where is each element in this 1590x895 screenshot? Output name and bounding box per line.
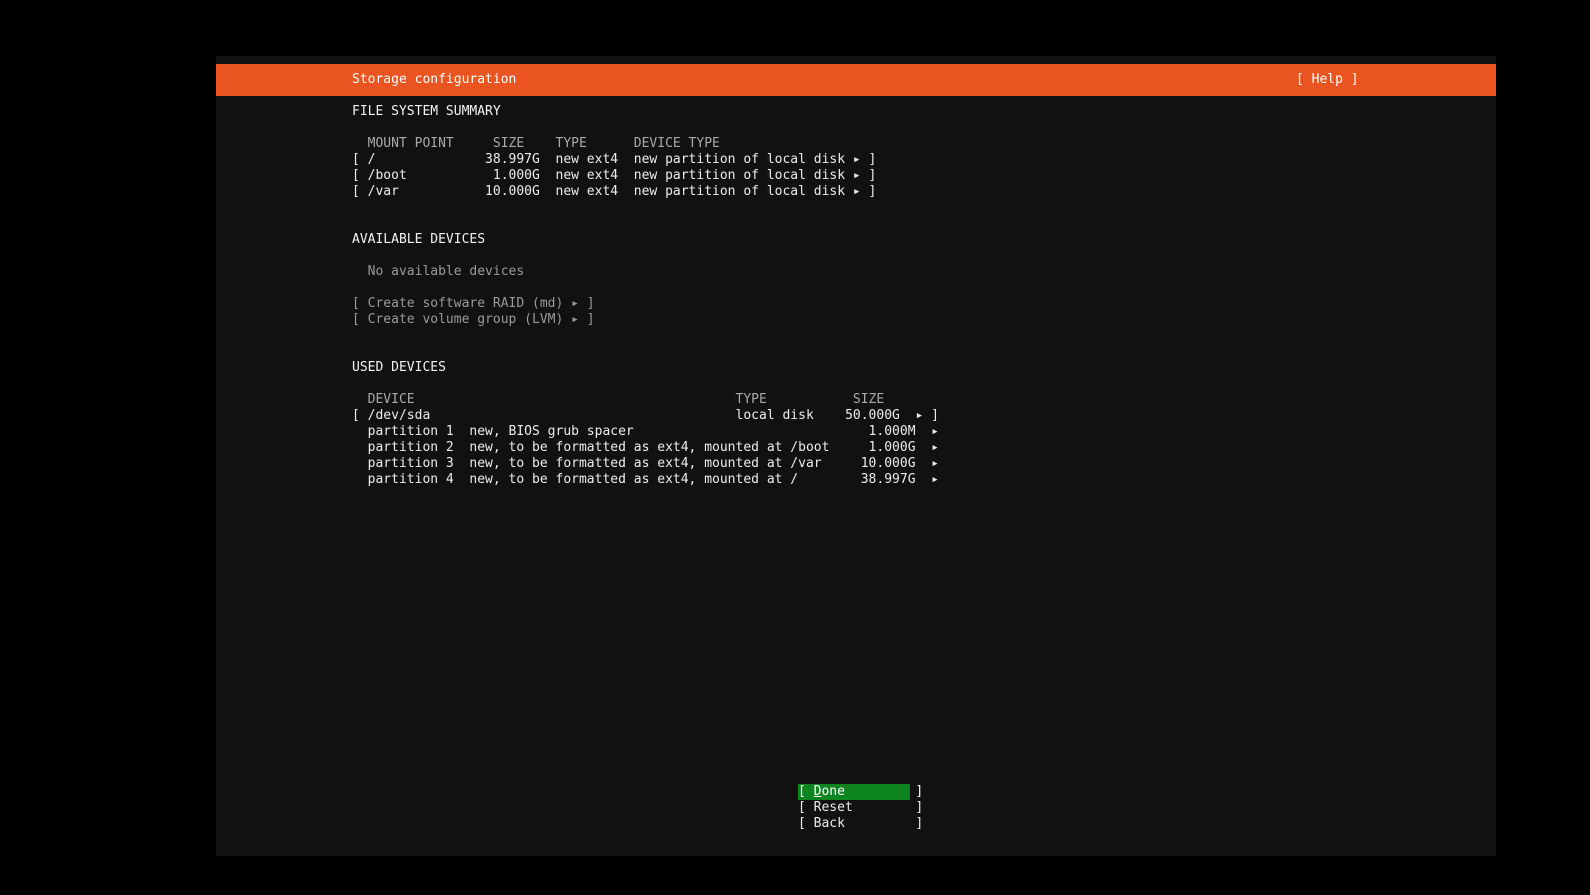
available-devices-heading: AVAILABLE DEVICES	[352, 232, 486, 247]
done-button-label: one ]	[821, 784, 924, 799]
back-button[interactable]: [ Back ]	[798, 816, 923, 832]
create-raid-action[interactable]: [ Create software RAID (md) ▸ ]	[352, 296, 595, 312]
fs-row-root[interactable]: [ / 38.997G new ext4 new partition of lo…	[352, 152, 876, 168]
partition-row-3[interactable]: partition 3 new, to be formatted as ext4…	[352, 456, 939, 472]
help-button[interactable]: [ Help ]	[1296, 72, 1359, 87]
create-lvm-action[interactable]: [ Create volume group (LVM) ▸ ]	[352, 312, 595, 328]
no-devices-text: No available devices	[352, 264, 525, 279]
fs-row-var[interactable]: [ /var 10.000G new ext4 new partition of…	[352, 184, 876, 200]
fs-summary-columns: MOUNT POINT SIZE TYPE DEVICE TYPE	[352, 136, 720, 151]
page-title: Storage configuration	[352, 72, 517, 87]
used-devices-columns: DEVICE TYPE SIZE	[352, 392, 885, 407]
partition-row-1[interactable]: partition 1 new, BIOS grub spacer 1.000M…	[352, 424, 939, 440]
used-devices-heading: USED DEVICES	[352, 360, 446, 375]
fs-row-boot[interactable]: [ /boot 1.000G new ext4 new partition of…	[352, 168, 876, 184]
done-button-prefix: [	[798, 784, 814, 799]
title-bar: Storage configuration [ Help ]	[216, 64, 1496, 96]
partition-row-2[interactable]: partition 2 new, to be formatted as ext4…	[352, 440, 939, 456]
done-button[interactable]: [ Done ]	[798, 784, 923, 800]
device-row-sda[interactable]: [ /dev/sda local disk 50.000G ▸ ]	[352, 408, 939, 424]
partition-row-4[interactable]: partition 4 new, to be formatted as ext4…	[352, 472, 939, 488]
fs-summary-heading: FILE SYSTEM SUMMARY	[352, 104, 501, 119]
reset-button[interactable]: [ Reset ]	[798, 800, 923, 816]
